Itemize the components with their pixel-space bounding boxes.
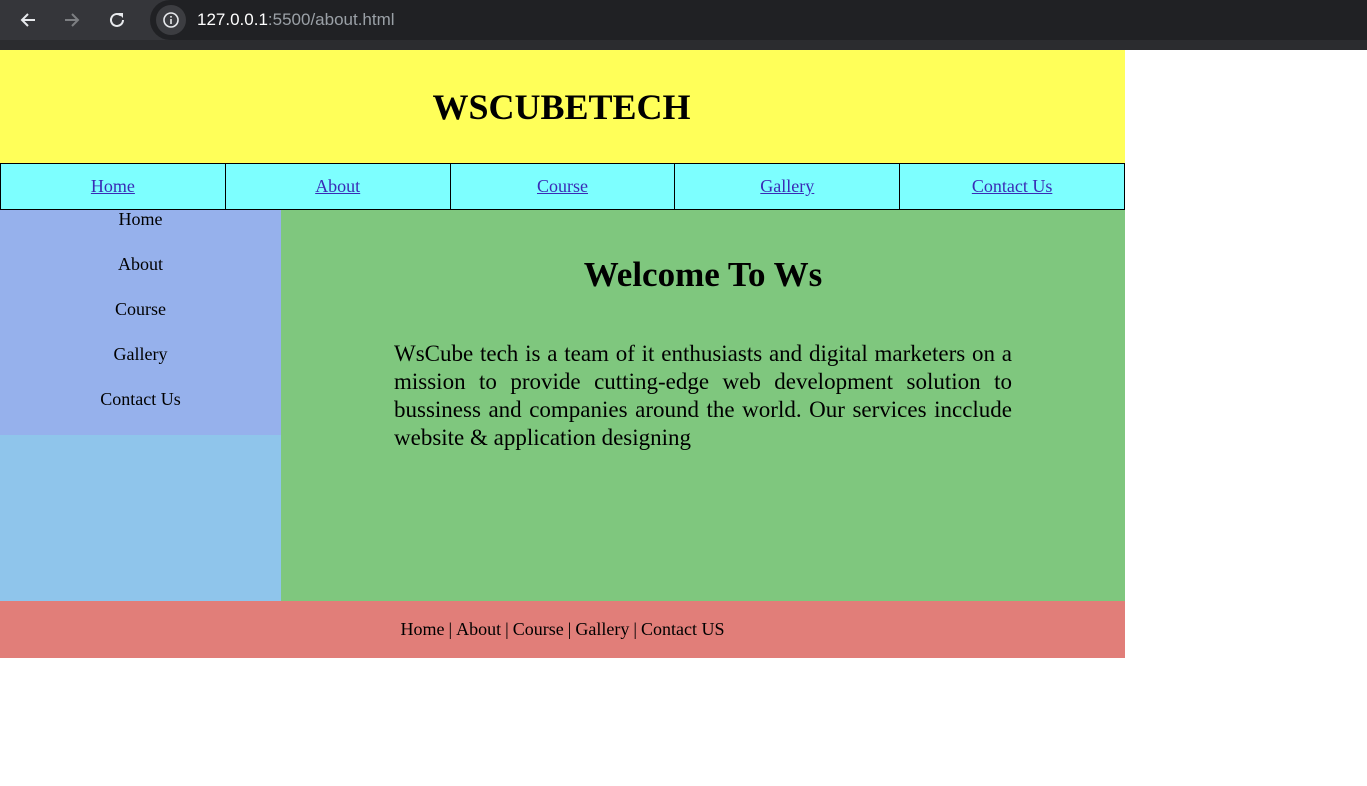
footer-separator: |	[505, 619, 509, 639]
sidebar-item-contact[interactable]: Contact Us	[0, 389, 281, 435]
site-header: WSCUBETECH	[0, 50, 1125, 163]
footer-link-gallery[interactable]: Gallery	[575, 619, 629, 640]
welcome-heading: Welcome To Ws	[583, 255, 823, 294]
site-title: WSCUBETECH	[432, 86, 691, 127]
content-area: Home About Course Gallery Contact Us Wel…	[0, 209, 1125, 601]
browser-toolbar: 127.0.0.1:5500/about.html	[0, 0, 1367, 50]
sidebar-item-label: Contact Us	[100, 389, 181, 409]
topnav-gallery-link[interactable]: Gallery	[675, 163, 901, 210]
back-arrow-icon[interactable]	[13, 5, 43, 35]
footer-separator: |	[567, 619, 572, 639]
toolbar-divider	[0, 40, 1367, 50]
sidebar-item-course[interactable]: Course	[0, 299, 281, 345]
about-paragraph: WsCube tech is a team of it enthusiasts …	[394, 341, 1012, 450]
topnav-home-link[interactable]: Home	[0, 163, 226, 210]
sidebar-item-label: Course	[115, 299, 166, 319]
footer-separator: |	[448, 619, 453, 639]
sidebar-item-gallery[interactable]: Gallery	[0, 344, 281, 390]
topnav-about-link[interactable]: About	[225, 163, 451, 210]
url-path: :5500/about.html	[267, 10, 395, 29]
footer-link-course[interactable]: Course	[513, 619, 564, 640]
footer-link-contact[interactable]: Contact US	[641, 619, 725, 640]
reload-icon[interactable]	[102, 5, 132, 35]
footer-separator: |	[633, 619, 637, 639]
main-content: Welcome To Ws WsCube tech is a team of i…	[281, 210, 1125, 601]
topnav-contact-link[interactable]: Contact Us	[900, 163, 1125, 210]
footer-link-home[interactable]: Home	[401, 619, 445, 640]
url-host: 127.0.0.1	[197, 10, 268, 29]
sidebar: Home About Course Gallery Contact Us	[0, 209, 281, 601]
page: WSCUBETECH Home About Course Gallery Con…	[0, 50, 1125, 658]
url-text[interactable]: 127.0.0.1:5500/about.html	[197, 9, 395, 31]
top-nav: Home About Course Gallery Contact Us	[0, 163, 1125, 210]
sidebar-menu: Home About Course Gallery Contact Us	[0, 209, 281, 435]
site-info-icon[interactable]	[156, 5, 186, 35]
site-footer: Home | About | Course | Gallery | Contac…	[0, 601, 1125, 658]
topnav-course-link[interactable]: Course	[450, 163, 676, 210]
sidebar-item-home[interactable]: Home	[0, 209, 281, 255]
sidebar-item-label: Gallery	[113, 344, 168, 364]
forward-arrow-icon[interactable]	[57, 5, 87, 35]
footer-link-about[interactable]: About	[456, 619, 501, 640]
sidebar-item-about[interactable]: About	[0, 254, 281, 300]
sidebar-item-label: About	[118, 254, 163, 274]
sidebar-item-label: Home	[118, 209, 163, 229]
